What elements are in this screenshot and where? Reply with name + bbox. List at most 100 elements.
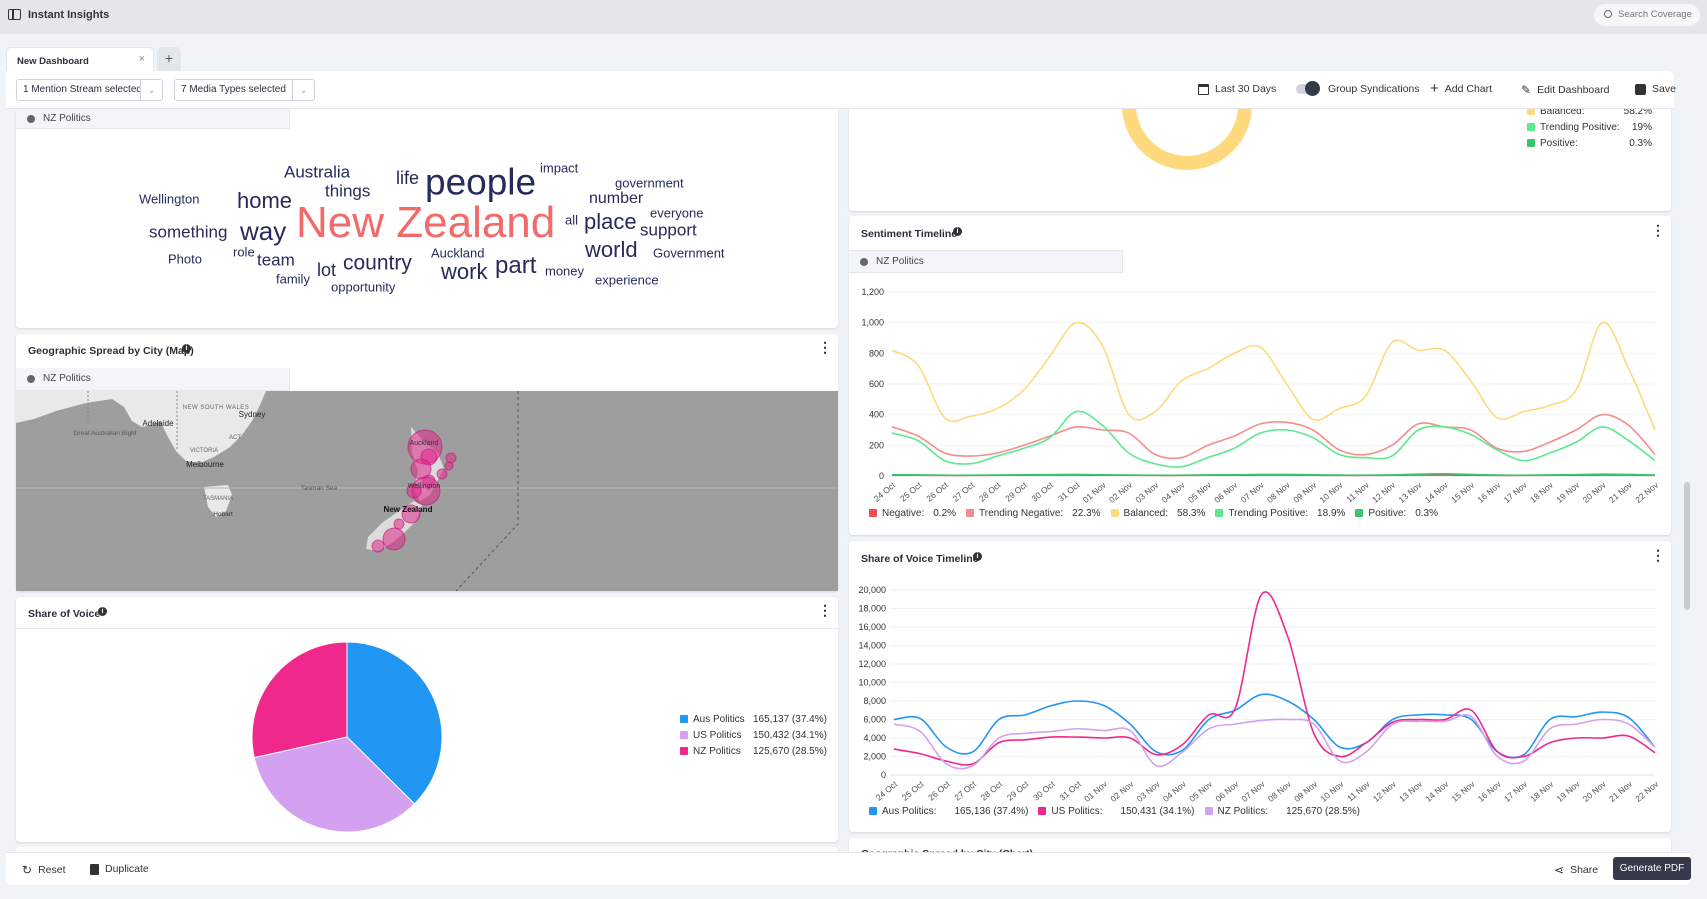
app-header: Instant Insights Search Coverage (0, 0, 1707, 34)
word-cloud-word[interactable]: way (240, 218, 286, 244)
share-button[interactable]: ⋖ Share (1554, 863, 1598, 877)
map-label: Hobart (213, 511, 233, 518)
word-cloud-word[interactable]: impact (540, 162, 578, 175)
edit-dashboard-button[interactable]: ✎ Edit Dashboard (1521, 83, 1609, 97)
scrollbar[interactable] (1684, 482, 1690, 610)
x-tick-label: 13 Nov (1397, 778, 1425, 803)
geo-map[interactable]: NEW SOUTH WALES Sydney Adelaide Great Au… (16, 391, 838, 591)
word-cloud-word[interactable]: country (343, 253, 412, 274)
word-cloud-word[interactable]: Australia (284, 164, 350, 181)
word-cloud-word[interactable]: part (495, 254, 536, 278)
y-tick-label: 800 (869, 348, 884, 358)
tab-new-dashboard[interactable]: New Dashboard × (6, 47, 154, 72)
duplicate-button[interactable]: Duplicate (90, 863, 149, 875)
word-cloud-word[interactable]: work (441, 261, 487, 283)
map-label: VICTORIA (190, 448, 218, 454)
chevron-down-icon: ⌄ (140, 80, 162, 100)
x-tick-label: 14 Nov (1423, 479, 1451, 504)
more-options-icon[interactable]: ⋮ (1651, 222, 1665, 239)
series-line-positive[interactable] (891, 473, 1656, 477)
city-bubble (371, 539, 385, 553)
toggle-switch[interactable] (1296, 81, 1320, 96)
y-tick-label: 200 (869, 440, 884, 450)
generate-pdf-button[interactable]: Generate PDF (1613, 857, 1691, 880)
close-tab-icon[interactable]: × (139, 53, 145, 65)
word-cloud-word[interactable]: world (585, 239, 638, 261)
card-title: Geographic Spread by City (Map) (28, 345, 194, 357)
x-tick-label: 26 Oct (926, 778, 952, 802)
map-label: Tasman Sea (301, 485, 338, 492)
word-cloud-word[interactable]: life (396, 169, 419, 187)
word-cloud-word[interactable]: place (584, 211, 637, 233)
x-tick-label: 18 Nov (1528, 778, 1556, 803)
word-cloud-word[interactable]: number (589, 191, 643, 207)
stream-label: NZ Politics (849, 250, 1123, 273)
word-cloud-word[interactable]: everyone (650, 207, 703, 220)
x-tick-label: 08 Nov (1266, 778, 1294, 803)
x-tick-label: 15 Nov (1449, 479, 1477, 504)
mention-stream-select[interactable]: 1 Mention Stream selected ⌄ (16, 79, 163, 101)
sov-timeline-chart: 0 2,000 4,000 6,000 8,000 10,000 12,000 14,000 1… (858, 585, 1660, 804)
y-tick-label: 12,000 (858, 659, 886, 669)
y-tick-label: 0 (879, 471, 884, 481)
share-of-voice-pie (251, 641, 443, 833)
info-icon[interactable]: i (953, 227, 962, 236)
word-cloud-word[interactable]: lot (317, 261, 336, 279)
word-cloud-word[interactable]: opportunity (331, 281, 395, 294)
series-line-trending-negative[interactable] (891, 413, 1656, 460)
word-cloud-word[interactable]: experience (595, 274, 659, 287)
stream-label: NZ Politics (16, 109, 290, 129)
add-chart-button[interactable]: + Add Chart (1430, 80, 1492, 97)
dashboard-toolbar: 1 Mention Stream selected ⌄ 7 Media Types… (6, 71, 1676, 109)
word-cloud-word[interactable]: something (149, 224, 227, 241)
word-cloud-word[interactable]: money (545, 265, 584, 278)
more-options-icon[interactable]: ⋮ (1651, 547, 1665, 564)
media-types-select[interactable]: 7 Media Types selected ⌄ (174, 79, 315, 101)
legend-item: Balanced: 58.2% (1527, 109, 1652, 122)
x-tick-label: 03 Nov (1135, 778, 1163, 803)
word-cloud-word[interactable]: support (640, 222, 697, 239)
series-line-trending-positive[interactable] (891, 410, 1656, 468)
info-icon[interactable]: i (973, 552, 982, 561)
x-tick-label: 19 Nov (1554, 778, 1582, 803)
word-cloud-word[interactable]: government (615, 177, 684, 190)
legend-item: Aus Politics 165,137 (37.4%) (680, 714, 827, 730)
x-tick-label: 31 Oct (1056, 479, 1082, 503)
add-tab-button[interactable]: + (157, 47, 181, 71)
word-cloud-word[interactable]: Wellington (139, 193, 199, 206)
word-cloud-word[interactable]: all (565, 214, 578, 227)
word-cloud-word[interactable]: Auckland (431, 247, 484, 260)
word-cloud-word[interactable]: Photo (168, 253, 202, 266)
info-icon[interactable]: i (182, 344, 191, 353)
word-cloud-word[interactable]: home (237, 190, 292, 212)
map-label: Wellington (408, 483, 441, 490)
y-tick-label: 400 (869, 410, 884, 420)
more-options-icon[interactable]: ⋮ (818, 602, 832, 619)
word-cloud-word[interactable]: role (233, 246, 255, 259)
x-tick-label: 25 Oct (900, 778, 926, 802)
x-tick-label: 29 Oct (1005, 778, 1031, 802)
series-line-balanced[interactable] (891, 321, 1656, 431)
word-cloud-word[interactable]: family (276, 273, 310, 286)
city-bubble (445, 452, 457, 464)
x-tick-label: 12 Nov (1370, 479, 1398, 504)
group-syndications-toggle[interactable]: Group Syndications (1296, 81, 1420, 96)
search-coverage-input[interactable]: Search Coverage (1594, 4, 1700, 26)
plus-icon: + (1430, 80, 1439, 97)
y-tick-label: 1,000 (861, 318, 884, 328)
info-icon[interactable]: i (98, 607, 107, 616)
save-button[interactable]: Save (1635, 83, 1676, 95)
more-options-icon[interactable]: ⋮ (818, 339, 832, 356)
series-line-nz-politics[interactable] (893, 714, 1656, 770)
word-cloud-word[interactable]: New Zealand (296, 201, 555, 245)
reset-button[interactable]: ↻ Reset (22, 863, 66, 877)
word-cloud-word[interactable]: things (325, 183, 370, 200)
date-range-button[interactable]: Last 30 Days (1198, 83, 1276, 95)
legend-item: NZ Politics 125,670 (28.5%) (680, 746, 827, 762)
sidebar-toggle-icon[interactable] (8, 9, 21, 20)
word-cloud-word[interactable]: people (425, 164, 536, 201)
word-cloud-word[interactable]: Government (653, 247, 725, 260)
city-bubble (436, 468, 448, 480)
word-cloud-word[interactable]: team (257, 252, 295, 269)
pie-slice-nz-politics[interactable] (251, 641, 348, 759)
